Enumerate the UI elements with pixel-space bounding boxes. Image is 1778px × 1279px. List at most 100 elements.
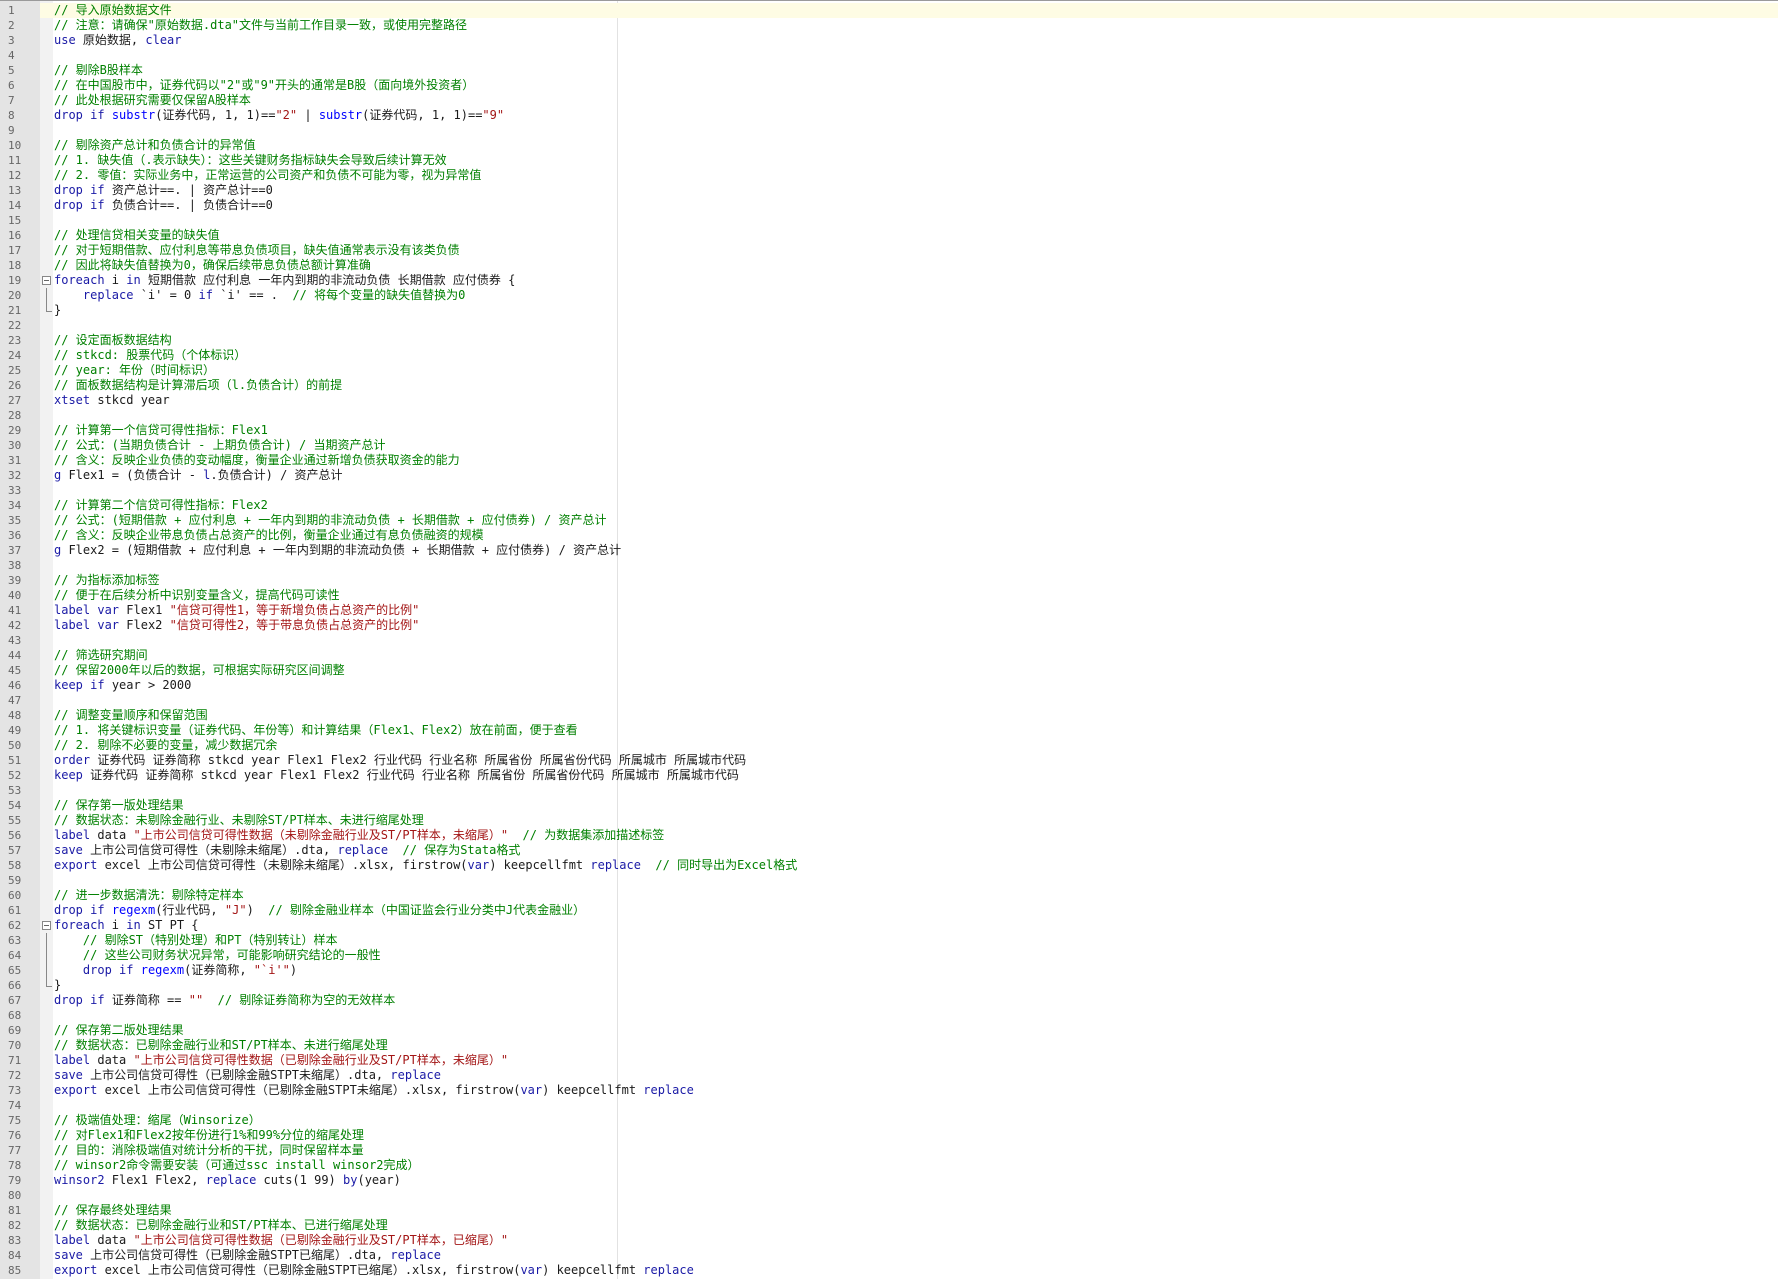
code-line[interactable]: 14 drop if 负债合计==. | 负债合计==0 xyxy=(0,198,1778,213)
code-line[interactable]: 48 // 调整变量顺序和保留范围 xyxy=(0,708,1778,723)
token-comment: // 计算第一个信贷可得性指标：Flex1 xyxy=(54,423,268,437)
token-keyword: save xyxy=(54,843,83,857)
code-line[interactable]: 26 // 面板数据结构是计算滞后项（l.负债合计）的前提 xyxy=(0,378,1778,393)
code-line[interactable]: 61 drop if regexm(行业代码, "J") // 剔除金融业样本（中… xyxy=(0,903,1778,918)
code-line[interactable]: 80 xyxy=(0,1188,1778,1203)
token-keyword: foreach xyxy=(54,273,105,287)
code-line[interactable]: 51 order 证券代码 证券简称 stkcd year Flex1 Flex2… xyxy=(0,753,1778,768)
code-line[interactable]: 72 save 上市公司信贷可得性（已剔除金融STPT未缩尾）.dta, repl… xyxy=(0,1068,1778,1083)
code-line[interactable]: 25 // year: 年份（时间标识） xyxy=(0,363,1778,378)
fold-toggle-icon[interactable] xyxy=(40,273,53,288)
line-number: 4 xyxy=(8,49,15,62)
code-line[interactable]: 30 // 公式：(当期负债合计 - 上期负债合计) / 当期资产总计 xyxy=(0,438,1778,453)
code-line[interactable]: 39 // 为指标添加标签 xyxy=(0,573,1778,588)
code-line[interactable]: 17 // 对于短期借款、应付利息等带息负债项目，缺失值通常表示没有该类负债 xyxy=(0,243,1778,258)
code-line[interactable]: 55 // 数据状态：未剔除金融行业、未剔除ST/PT样本、未进行缩尾处理 xyxy=(0,813,1778,828)
code-line[interactable]: 70 // 数据状态：已剔除金融行业和ST/PT样本、未进行缩尾处理 xyxy=(0,1038,1778,1053)
code-line[interactable]: 44 // 筛选研究期间 xyxy=(0,648,1778,663)
code-line[interactable]: 64 // 这些公司财务状况异常，可能影响研究结论的一般性 xyxy=(0,948,1778,963)
code-line[interactable]: 56 label data "上市公司信贷可得性数据（未剔除金融行业及ST/PT样… xyxy=(0,828,1778,843)
code-line[interactable]: 83 label data "上市公司信贷可得性数据（已剔除金融行业及ST/PT样… xyxy=(0,1233,1778,1248)
line-number: 20 xyxy=(8,289,22,302)
code-line[interactable]: 74 xyxy=(0,1098,1778,1113)
code-line[interactable]: 21} xyxy=(0,303,1778,318)
code-line[interactable]: 82 // 数据状态：已剔除金融行业和ST/PT样本、已进行缩尾处理 xyxy=(0,1218,1778,1233)
code-line[interactable]: 52 keep 证券代码 证券简称 stkcd year Flex1 Flex2 … xyxy=(0,768,1778,783)
code-line[interactable]: 32 g Flex1 = (负债合计 - l.负债合计) / 资产总计 xyxy=(0,468,1778,483)
token-text: Flex1 Flex2, xyxy=(104,1173,206,1187)
code-line[interactable]: 62 foreach i in ST PT { xyxy=(0,918,1778,933)
code-line[interactable]: 11 // 1. 缺失值（.表示缺失）：这些关键财务指标缺失会导致后续计算无效 xyxy=(0,153,1778,168)
code-line[interactable]: 73 export excel 上市公司信贷可得性（已剔除金融STPT未缩尾）.x… xyxy=(0,1083,1778,1098)
code-line[interactable]: 35 // 公式：(短期借款 + 应付利息 + 一年内到期的非流动负债 + 长期借… xyxy=(0,513,1778,528)
code-line[interactable]: 66} xyxy=(0,978,1778,993)
code-line[interactable]: 6 // 在中国股市中，证券代码以"2"或"9"开头的通常是B股（面向境外投资者） xyxy=(0,78,1778,93)
code-line[interactable]: 28 xyxy=(0,408,1778,423)
code-line[interactable]: 37 g Flex2 = (短期借款 + 应付利息 + 一年内到期的非流动负债 +… xyxy=(0,543,1778,558)
token-keyword: drop xyxy=(54,993,83,1007)
code-line[interactable]: 69 // 保存第二版处理结果 xyxy=(0,1023,1778,1038)
code-line[interactable]: 63 // 剔除ST（特别处理）和PT（特别转让）样本 xyxy=(0,933,1778,948)
code-line[interactable]: 58 export excel 上市公司信贷可得性（未剔除未缩尾）.xlsx, f… xyxy=(0,858,1778,873)
code-line[interactable]: 20 replace `i' = 0 if `i' == . // 将每个变量的… xyxy=(0,288,1778,303)
code-line[interactable]: 50 // 2. 剔除不必要的变量，减少数据冗余 xyxy=(0,738,1778,753)
code-line[interactable]: 71 label data "上市公司信贷可得性数据（已剔除金融行业及ST/PT样… xyxy=(0,1053,1778,1068)
code-line[interactable]: 60 // 进一步数据清洗：剔除特定样本 xyxy=(0,888,1778,903)
code-line[interactable]: 54 // 保存第一版处理结果 xyxy=(0,798,1778,813)
code-line[interactable]: 5 // 剔除B股样本 xyxy=(0,63,1778,78)
code-line[interactable]: 10 // 剔除资产总计和负债合计的异常值 xyxy=(0,138,1778,153)
code-line[interactable]: 81 // 保存最终处理结果 xyxy=(0,1203,1778,1218)
code-line[interactable]: 7 // 此处根据研究需要仅保留A股样本 xyxy=(0,93,1778,108)
code-lines[interactable]: 1 // 导入原始数据文件 2 // 注意：请确保"原始数据.dta"文件与当前工作目… xyxy=(0,3,1778,1278)
code-line[interactable]: 47 xyxy=(0,693,1778,708)
code-line[interactable]: 59 xyxy=(0,873,1778,888)
code-line[interactable]: 27 xtset stkcd year xyxy=(0,393,1778,408)
code-line[interactable]: 22 xyxy=(0,318,1778,333)
code-line[interactable]: 13 drop if 资产总计==. | 资产总计==0 xyxy=(0,183,1778,198)
fold-toggle-icon[interactable] xyxy=(40,918,53,933)
code-line[interactable]: 2 // 注意：请确保"原始数据.dta"文件与当前工作目录一致，或使用完整路径 xyxy=(0,18,1778,33)
code-line[interactable]: 4 xyxy=(0,48,1778,63)
code-line[interactable]: 67 drop if 证券简称 == "" // 剔除证券简称为空的无效样本 xyxy=(0,993,1778,1008)
code-line[interactable]: 24 // stkcd: 股票代码（个体标识） xyxy=(0,348,1778,363)
code-line[interactable]: 3 use 原始数据, clear xyxy=(0,33,1778,48)
code-line[interactable]: 40 // 便于在后续分析中识别变量含义，提高代码可读性 xyxy=(0,588,1778,603)
code-line[interactable]: 9 xyxy=(0,123,1778,138)
code-line[interactable]: 53 xyxy=(0,783,1778,798)
code-line[interactable]: 18 // 因此将缺失值替换为0，确保后续带息负债总额计算准确 xyxy=(0,258,1778,273)
code-line[interactable]: 38 xyxy=(0,558,1778,573)
code-line[interactable]: 45 // 保留2000年以后的数据，可根据实际研究区间调整 xyxy=(0,663,1778,678)
code-line[interactable]: 75 // 极端值处理：缩尾（Winsorize） xyxy=(0,1113,1778,1128)
code-line[interactable]: 65 drop if regexm(证券简称, "`i'") xyxy=(0,963,1778,978)
line-number: 2 xyxy=(8,19,15,32)
code-line[interactable]: 34 // 计算第二个信贷可得性指标：Flex2 xyxy=(0,498,1778,513)
code-line[interactable]: 16 // 处理信贷相关变量的缺失值 xyxy=(0,228,1778,243)
code-line[interactable]: 76 // 对Flex1和Flex2按年份进行1%和99%分位的缩尾处理 xyxy=(0,1128,1778,1143)
code-line[interactable]: 36 // 含义：反映企业带息负债占总资产的比例，衡量企业通过有息负债融资的规模 xyxy=(0,528,1778,543)
code-line[interactable]: 31 // 含义：反映企业负债的变动幅度，衡量企业通过新增负债获取资金的能力 xyxy=(0,453,1778,468)
code-line[interactable]: 33 xyxy=(0,483,1778,498)
code-line[interactable]: 46 keep if year > 2000 xyxy=(0,678,1778,693)
code-line[interactable]: 78 // winsor2命令需要安装（可通过ssc install winsor… xyxy=(0,1158,1778,1173)
code-line[interactable]: 19 foreach i in 短期借款 应付利息 一年内到期的非流动负债 长期借… xyxy=(0,273,1778,288)
code-line[interactable]: 85 export excel 上市公司信贷可得性（已剔除金融STPT已缩尾）.x… xyxy=(0,1263,1778,1278)
code-line[interactable]: 49 // 1. 将关键标识变量（证券代码、年份等）和计算结果（Flex1、Fle… xyxy=(0,723,1778,738)
code-line[interactable]: 57 save 上市公司信贷可得性（未剔除未缩尾）.dta, replace //… xyxy=(0,843,1778,858)
code-line[interactable]: 1 // 导入原始数据文件 xyxy=(0,3,1778,18)
code-line[interactable]: 15 xyxy=(0,213,1778,228)
code-line[interactable]: 43 xyxy=(0,633,1778,648)
line-number: 54 xyxy=(8,799,22,812)
code-line[interactable]: 23 // 设定面板数据结构 xyxy=(0,333,1778,348)
line-number: 6 xyxy=(8,79,15,92)
code-line[interactable]: 79 winsor2 Flex1 Flex2, replace cuts(1 99… xyxy=(0,1173,1778,1188)
code-line[interactable]: 8 drop if substr(证券代码, 1, 1)=="2" | subst… xyxy=(0,108,1778,123)
code-line[interactable]: 29 // 计算第一个信贷可得性指标：Flex1 xyxy=(0,423,1778,438)
code-line[interactable]: 77 // 目的：消除极端值对统计分析的干扰，同时保留样本量 xyxy=(0,1143,1778,1158)
code-line[interactable]: 42 label var Flex2 "信贷可得性2，等于带息负债占总资产的比例" xyxy=(0,618,1778,633)
code-line[interactable]: 84 save 上市公司信贷可得性（已剔除金融STPT已缩尾）.dta, repl… xyxy=(0,1248,1778,1263)
code-line[interactable]: 12 // 2. 零值：实际业务中，正常运营的公司资产和负债不可能为零，视为异常值 xyxy=(0,168,1778,183)
code-editor[interactable]: 1 // 导入原始数据文件 2 // 注意：请确保"原始数据.dta"文件与当前工作目… xyxy=(0,0,1778,1279)
code-line[interactable]: 41 label var Flex1 "信贷可得性1，等于新增负债占总资产的比例" xyxy=(0,603,1778,618)
code-line[interactable]: 68 xyxy=(0,1008,1778,1023)
